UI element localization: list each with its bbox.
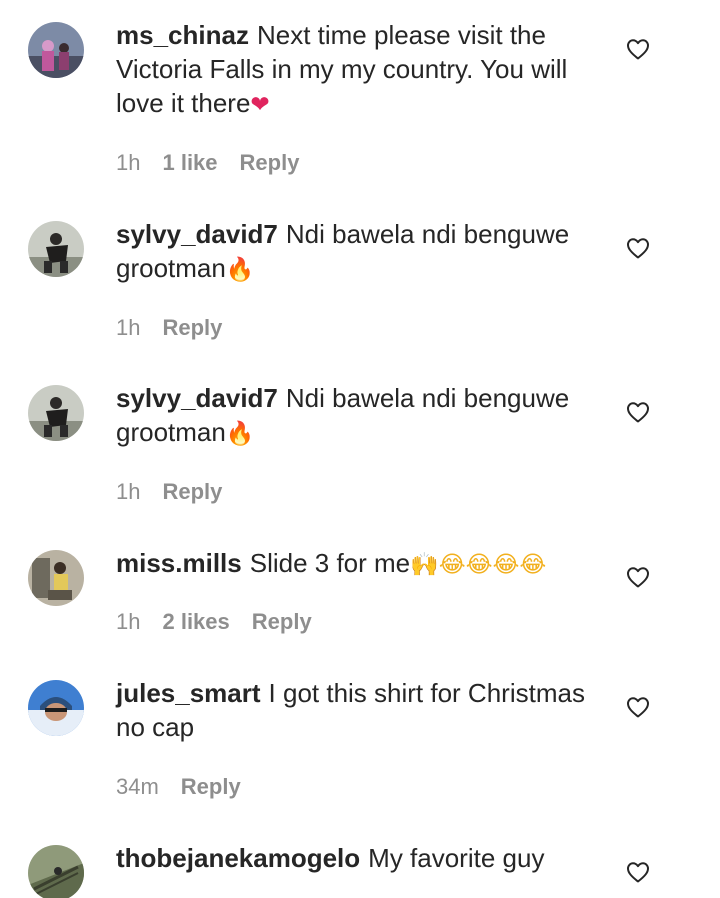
comment-body: thobejanekamogelo My favorite guy: [116, 841, 606, 875]
comment-likes[interactable]: 1 like: [162, 150, 217, 176]
avatar[interactable]: [28, 845, 84, 898]
avatar-image: [28, 845, 84, 898]
comment-username[interactable]: sylvy_david7: [116, 219, 278, 249]
comment-text: Slide 3 for me: [249, 548, 411, 578]
comment-text: My favorite guy: [368, 843, 545, 873]
comment-time: 1h: [116, 609, 141, 634]
comment-body: ms_chinaz Next time please visit the Vict…: [116, 18, 606, 122]
comment-body: sylvy_david7 Ndi bawela ndi benguwe groot…: [116, 217, 606, 287]
heart-icon[interactable]: [626, 237, 650, 259]
comment-body: miss.mills Slide 3 for me🙌😂😂😂😂: [116, 546, 606, 582]
avatar[interactable]: [28, 680, 84, 736]
comment-time: 34m: [116, 774, 159, 799]
comment-emoji: 🔥: [225, 421, 255, 447]
comment-meta: 1h Reply: [116, 479, 222, 505]
comment-time: 1h: [116, 150, 141, 175]
heart-icon[interactable]: [626, 566, 650, 588]
avatar-image: [28, 221, 84, 277]
comment-emoji: 🙌😂😂😂😂: [410, 552, 547, 578]
avatar-image: [28, 22, 84, 78]
avatar[interactable]: [28, 22, 84, 78]
avatar-image: [28, 385, 84, 441]
comment-username[interactable]: sylvy_david7: [116, 383, 278, 413]
reply-button[interactable]: Reply: [162, 479, 222, 505]
comment-meta: 1h 1 like Reply: [116, 150, 299, 176]
comment-username[interactable]: thobejanekamogelo: [116, 843, 360, 873]
comment-likes[interactable]: 2 likes: [162, 609, 229, 635]
heart-icon[interactable]: [626, 861, 650, 883]
comment-username[interactable]: jules_smart: [116, 678, 261, 708]
avatar[interactable]: [28, 550, 84, 606]
comment-time: 1h: [116, 479, 141, 504]
avatar[interactable]: [28, 385, 84, 441]
avatar[interactable]: [28, 221, 84, 277]
comment-time: 1h: [116, 315, 141, 340]
comment-meta: 1h 2 likes Reply: [116, 609, 312, 635]
comment-username[interactable]: ms_chinaz: [116, 20, 249, 50]
comment-username[interactable]: miss.mills: [116, 548, 242, 578]
avatar-image: [28, 680, 84, 736]
comment-emoji: ❤: [250, 92, 270, 118]
heart-icon[interactable]: [626, 696, 650, 718]
reply-button[interactable]: Reply: [240, 150, 300, 176]
reply-button[interactable]: Reply: [252, 609, 312, 635]
comment-meta: 1h Reply: [116, 315, 222, 341]
comment-meta: 34m Reply: [116, 774, 241, 800]
reply-button[interactable]: Reply: [162, 315, 222, 341]
comment-body: sylvy_david7 Ndi bawela ndi benguwe groot…: [116, 381, 606, 451]
heart-icon[interactable]: [626, 38, 650, 60]
heart-icon[interactable]: [626, 401, 650, 423]
reply-button[interactable]: Reply: [181, 774, 241, 800]
comment-body: jules_smart I got this shirt for Christma…: [116, 676, 606, 744]
comment-emoji: 🔥: [225, 257, 255, 283]
avatar-image: [28, 550, 84, 606]
